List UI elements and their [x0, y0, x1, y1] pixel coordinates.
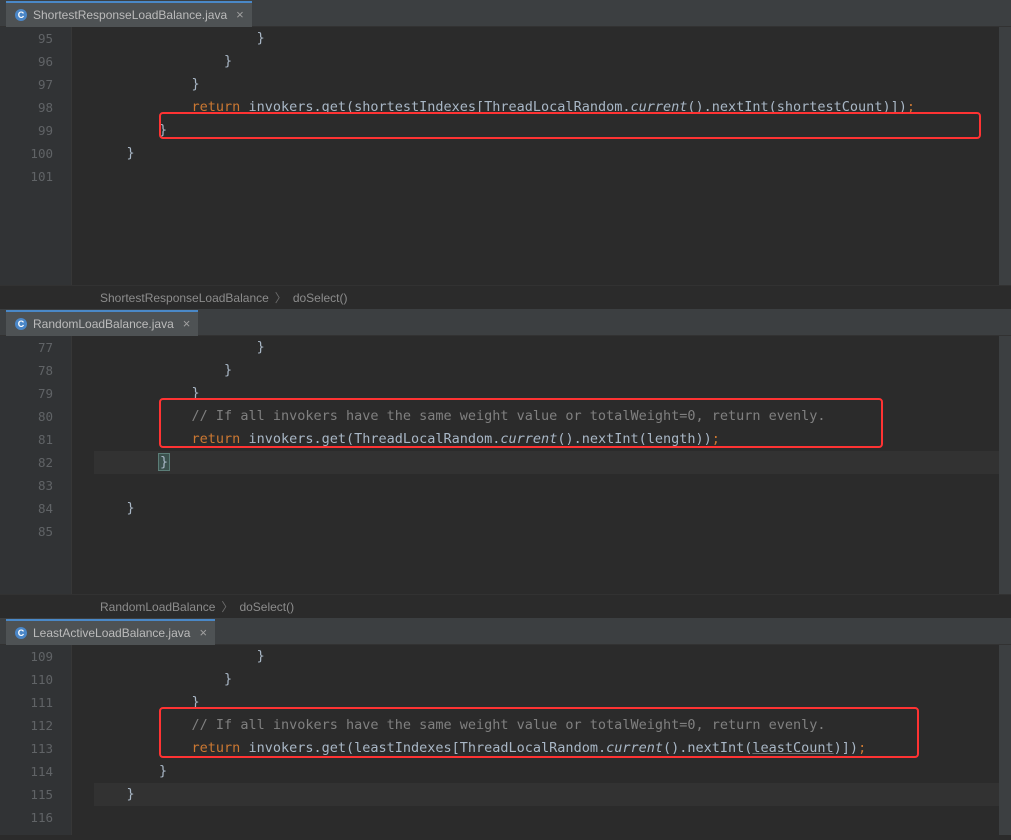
breadcrumb[interactable]: ShortestResponseLoadBalance 〉 doSelect()	[0, 285, 1011, 309]
code-line[interactable]: return invokers.get(leastIndexes[ThreadL…	[94, 737, 1011, 760]
line-number: 99	[0, 119, 53, 142]
line-number: 112	[0, 714, 53, 737]
code-line[interactable]: }	[94, 359, 1011, 382]
line-number-gutter: 9596979899100101	[0, 27, 72, 285]
code-line[interactable]: }	[94, 760, 1011, 783]
line-number: 113	[0, 737, 53, 760]
chevron-right-icon: 〉	[275, 289, 287, 306]
tab-filename: RandomLoadBalance.java	[33, 317, 174, 331]
line-number: 111	[0, 691, 53, 714]
close-icon[interactable]: ×	[195, 625, 207, 640]
line-number: 81	[0, 428, 53, 451]
editor-pane: C RandomLoadBalance.java × 7778798081828384…	[0, 309, 1011, 618]
line-number: 84	[0, 497, 53, 520]
vertical-scrollbar[interactable]	[999, 336, 1011, 594]
code-line[interactable]: // If all invokers have the same weight …	[94, 714, 1011, 737]
line-number: 77	[0, 336, 53, 359]
breadcrumb[interactable]: RandomLoadBalance 〉 doSelect()	[0, 594, 1011, 618]
code-line[interactable]: }	[94, 27, 1011, 50]
line-number-gutter: 777879808182838485	[0, 336, 72, 594]
java-class-icon: C	[14, 317, 28, 331]
tab-bar: C ShortestResponseLoadBalance.java ×	[0, 1, 1011, 27]
code-line[interactable]: }	[94, 119, 1011, 142]
close-icon[interactable]: ×	[232, 7, 244, 22]
close-icon[interactable]: ×	[179, 316, 191, 331]
java-class-icon: C	[14, 626, 28, 640]
code-line[interactable]: }	[94, 451, 1011, 474]
svg-text:C: C	[18, 10, 25, 20]
code-editor[interactable]: 777879808182838485 } } } // If all invok…	[0, 336, 1011, 594]
code-line[interactable]: }	[94, 668, 1011, 691]
line-number: 85	[0, 520, 53, 543]
code-line[interactable]: return invokers.get(ThreadLocalRandom.cu…	[94, 428, 1011, 451]
line-number: 109	[0, 645, 53, 668]
code-line[interactable]: }	[94, 645, 1011, 668]
breadcrumb-method[interactable]: doSelect()	[293, 291, 348, 305]
code-line[interactable]: }	[94, 50, 1011, 73]
line-number: 95	[0, 27, 53, 50]
code-area[interactable]: } } } // If all invokers have the same w…	[72, 336, 1011, 594]
breadcrumb-method[interactable]: doSelect()	[239, 600, 294, 614]
line-number: 78	[0, 359, 53, 382]
code-line[interactable]: }	[94, 783, 1011, 806]
code-line[interactable]: }	[94, 142, 1011, 165]
breadcrumb-class[interactable]: ShortestResponseLoadBalance	[100, 291, 269, 305]
vertical-scrollbar[interactable]	[999, 645, 1011, 835]
file-tab[interactable]: C RandomLoadBalance.java ×	[6, 310, 198, 336]
file-tab[interactable]: C LeastActiveLoadBalance.java ×	[6, 619, 215, 645]
chevron-right-icon: 〉	[221, 598, 233, 615]
line-number: 100	[0, 142, 53, 165]
line-number: 116	[0, 806, 53, 829]
tab-filename: LeastActiveLoadBalance.java	[33, 626, 190, 640]
svg-text:C: C	[18, 628, 25, 638]
line-number: 79	[0, 382, 53, 405]
line-number: 97	[0, 73, 53, 96]
code-editor[interactable]: 109110111112113114115116 } } } // If all…	[0, 645, 1011, 835]
line-number: 114	[0, 760, 53, 783]
code-line[interactable]	[94, 520, 1011, 543]
code-line[interactable]: }	[94, 336, 1011, 359]
code-line[interactable]: }	[94, 73, 1011, 96]
code-area[interactable]: } } } // If all invokers have the same w…	[72, 645, 1011, 835]
code-line[interactable]	[94, 474, 1011, 497]
line-number: 110	[0, 668, 53, 691]
line-number: 98	[0, 96, 53, 119]
svg-text:C: C	[18, 319, 25, 329]
line-number: 82	[0, 451, 53, 474]
code-area[interactable]: } } } return invokers.get(shortestIndexe…	[72, 27, 1011, 285]
line-number: 83	[0, 474, 53, 497]
file-tab[interactable]: C ShortestResponseLoadBalance.java ×	[6, 1, 252, 27]
line-number-gutter: 109110111112113114115116	[0, 645, 72, 835]
tab-bar: C RandomLoadBalance.java ×	[0, 310, 1011, 336]
java-class-icon: C	[14, 8, 28, 22]
code-editor[interactable]: 9596979899100101 } } } return invokers.g…	[0, 27, 1011, 285]
line-number: 96	[0, 50, 53, 73]
editor-pane: CLeastActiveLoadBalance.java×10911011111…	[0, 618, 1011, 835]
line-number: 80	[0, 405, 53, 428]
vertical-scrollbar[interactable]	[999, 27, 1011, 285]
code-line[interactable]: }	[94, 691, 1011, 714]
editor-pane: C ShortestResponseLoadBalance.java × 959697…	[0, 0, 1011, 309]
line-number: 101	[0, 165, 53, 188]
code-line[interactable]: // If all invokers have the same weight …	[94, 405, 1011, 428]
code-line[interactable]: return invokers.get(shortestIndexes[Thre…	[94, 96, 1011, 119]
breadcrumb-class[interactable]: RandomLoadBalance	[100, 600, 215, 614]
code-line[interactable]	[94, 165, 1011, 188]
code-line[interactable]: }	[94, 382, 1011, 405]
line-number: 115	[0, 783, 53, 806]
tab-filename: ShortestResponseLoadBalance.java	[33, 8, 227, 22]
tab-bar: C LeastActiveLoadBalance.java ×	[0, 619, 1011, 645]
code-line[interactable]: }	[94, 497, 1011, 520]
code-line[interactable]	[94, 806, 1011, 829]
